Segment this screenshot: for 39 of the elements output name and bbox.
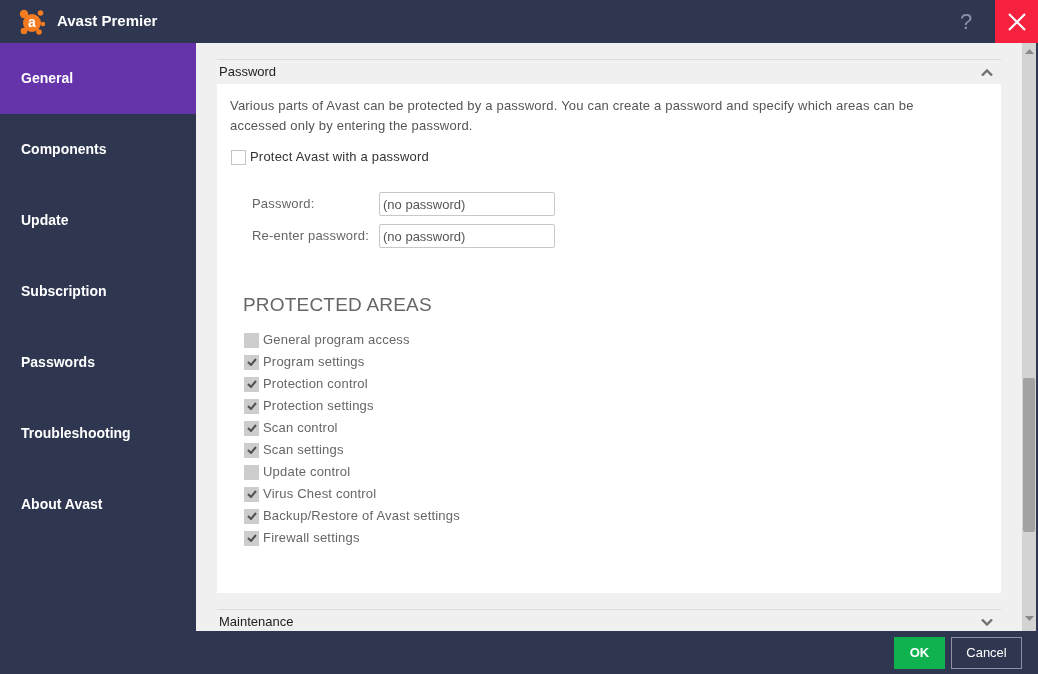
sidebar-item[interactable]: General <box>0 43 196 114</box>
checkbox[interactable] <box>244 332 259 348</box>
field-label: Re-enter password: <box>252 227 371 246</box>
password-field[interactable]: (no password) <box>379 224 555 248</box>
checkbox[interactable] <box>231 149 246 165</box>
checkbox-label: Virus Chest control <box>263 485 377 504</box>
checkbox-label: General program access <box>263 331 410 350</box>
checkbox[interactable] <box>244 420 259 436</box>
scrollbar[interactable] <box>1022 43 1036 631</box>
checkbox[interactable] <box>244 464 259 480</box>
close-icon <box>1007 12 1026 31</box>
checkbox[interactable] <box>244 442 259 458</box>
checkbox[interactable] <box>244 398 259 414</box>
checkbox-label: Firewall settings <box>263 529 360 548</box>
checkbox-label: Protection settings <box>263 397 374 416</box>
checkbox-label: Scan settings <box>263 441 344 460</box>
password-field[interactable]: (no password) <box>379 192 555 216</box>
window-title: Avast Premier <box>57 11 158 32</box>
checkbox[interactable] <box>244 376 259 392</box>
checkbox-label: Protect Avast with a password <box>250 148 429 167</box>
field-label: Password: <box>252 195 316 214</box>
checkbox[interactable] <box>244 508 259 524</box>
checkbox[interactable] <box>244 354 259 370</box>
section-heading: PROTECTED AREAS <box>243 293 433 317</box>
app-logo: a <box>19 8 45 35</box>
chevron-up-icon <box>981 68 993 76</box>
checkbox-label: Protection control <box>263 375 368 394</box>
checkbox[interactable] <box>244 486 259 502</box>
chevron-down-icon <box>981 618 993 626</box>
checkbox-label: Backup/Restore of Avast settings <box>263 507 460 526</box>
description-text: Various parts of Avast can be protected by a password. You can create a password and specify which areas can be accessed only by entering the password. <box>230 97 915 135</box>
scrollbar-thumb[interactable] <box>1023 378 1035 532</box>
checkbox[interactable] <box>244 530 259 546</box>
close-button[interactable] <box>995 0 1038 43</box>
checkbox-label: Program settings <box>263 353 365 372</box>
help-button[interactable]: ? <box>951 10 981 33</box>
cancel-button[interactable]: Cancel <box>951 636 1022 669</box>
checkbox-label: Scan control <box>263 419 338 438</box>
checkbox-label: Update control <box>263 463 351 482</box>
